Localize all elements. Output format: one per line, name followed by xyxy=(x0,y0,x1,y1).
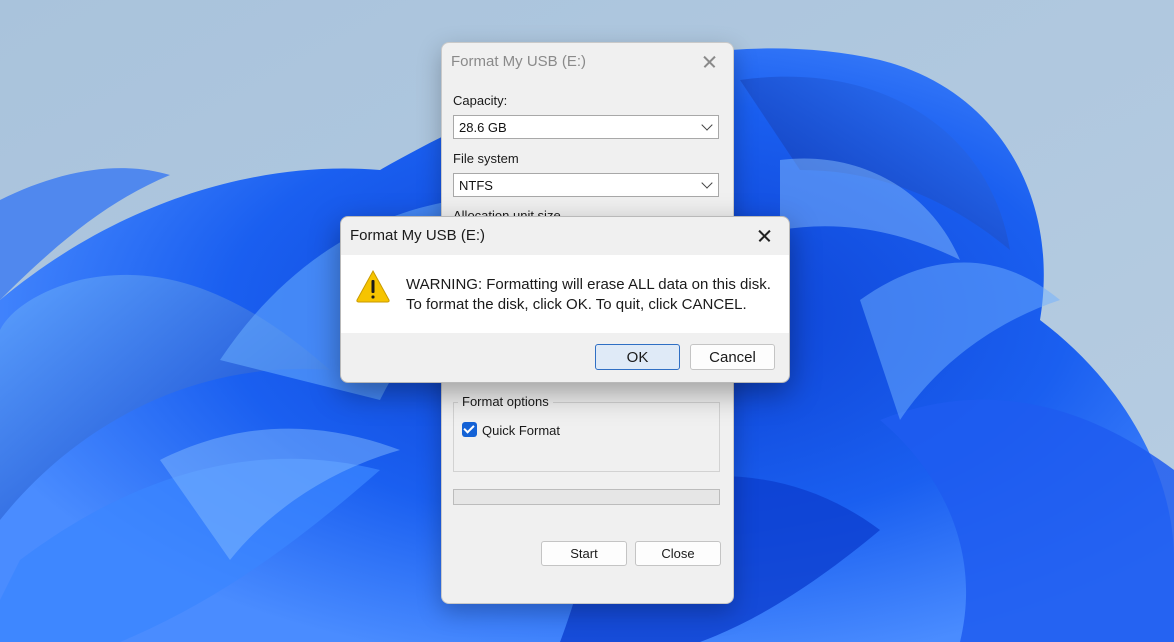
format-dialog-titlebar[interactable]: Format My USB (E:) xyxy=(442,43,733,81)
capacity-value: 28.6 GB xyxy=(459,120,507,135)
filesystem-select[interactable]: NTFS xyxy=(453,173,719,197)
cancel-button[interactable]: Cancel xyxy=(690,344,775,370)
quick-format-checkbox[interactable] xyxy=(462,422,477,437)
warning-message-line2: To format the disk, click OK. To quit, c… xyxy=(406,296,747,313)
capacity-label: Capacity: xyxy=(453,93,508,108)
quick-format-label[interactable]: Quick Format xyxy=(482,423,560,438)
warning-dialog-title: Format My USB (E:) xyxy=(350,227,486,244)
start-button[interactable]: Start xyxy=(541,541,627,566)
warning-dialog: Format My USB (E:) WARNING: Formatting w… xyxy=(340,216,790,383)
format-options-label: Format options xyxy=(458,394,553,409)
format-progress-bar xyxy=(453,489,720,505)
warning-icon xyxy=(355,269,391,308)
capacity-select[interactable]: 28.6 GB xyxy=(453,115,719,139)
warning-dialog-body: WARNING: Formatting will erase ALL data … xyxy=(341,255,789,333)
warning-dialog-close-icon[interactable] xyxy=(751,222,779,250)
warning-message-line1: WARNING: Formatting will erase ALL data … xyxy=(406,276,771,293)
format-dialog-title: Format My USB (E:) xyxy=(451,53,587,70)
warning-message: WARNING: Formatting will erase ALL data … xyxy=(406,275,771,315)
close-button[interactable]: Close xyxy=(635,541,721,566)
filesystem-label: File system xyxy=(453,151,519,166)
ok-button[interactable]: OK xyxy=(595,344,680,370)
chevron-down-icon xyxy=(701,119,713,131)
format-dialog-close-icon[interactable] xyxy=(697,49,723,75)
filesystem-value: NTFS xyxy=(459,178,493,193)
chevron-down-icon xyxy=(701,177,713,189)
